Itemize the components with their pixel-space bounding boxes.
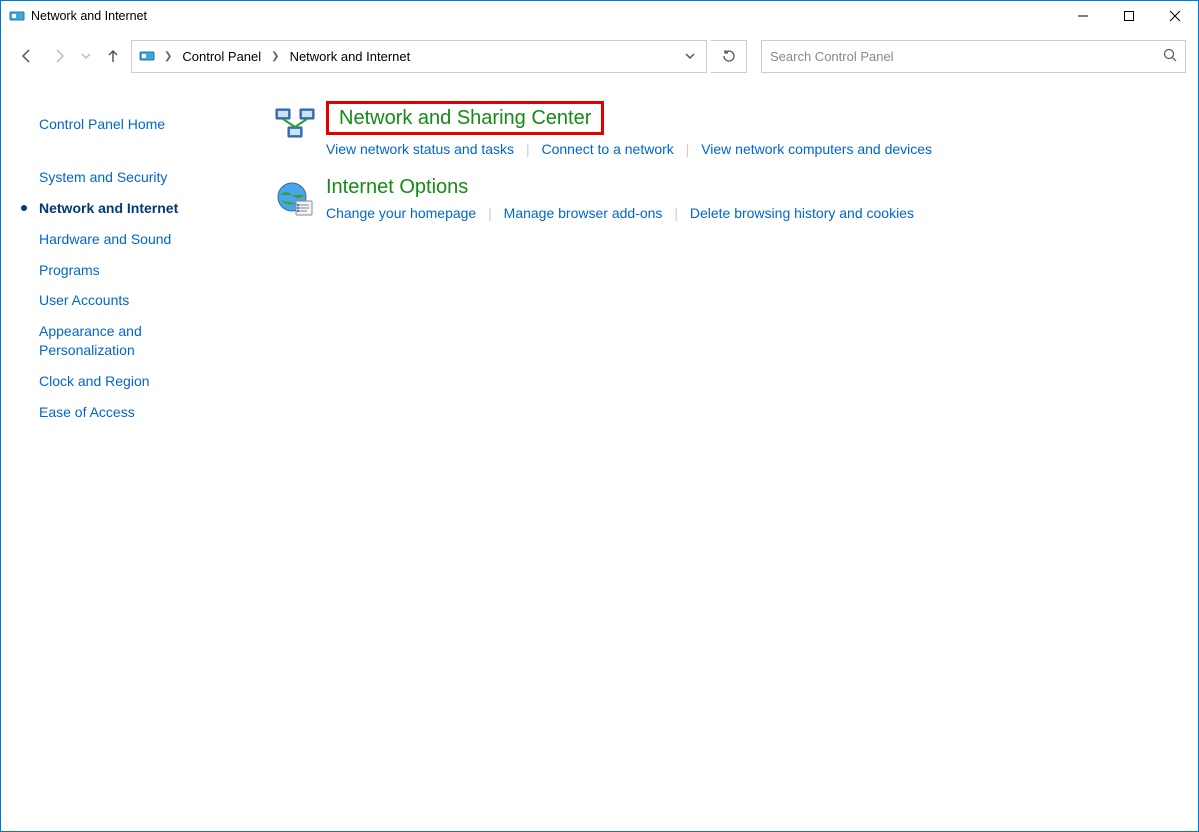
sidebar-item-system-security[interactable]: System and Security xyxy=(21,162,236,193)
content-area: Control Panel Home System and Security N… xyxy=(1,81,1198,831)
sidebar-item-control-panel-home[interactable]: Control Panel Home xyxy=(21,109,236,140)
sidebar: Control Panel Home System and Security N… xyxy=(1,81,246,831)
chevron-right-icon[interactable]: ❯ xyxy=(269,51,281,62)
window-title: Network and Internet xyxy=(31,9,147,23)
change-homepage-link[interactable]: Change your homepage xyxy=(326,205,476,221)
breadcrumb-segment-0[interactable]: Control Panel xyxy=(176,45,267,68)
search-input[interactable] xyxy=(770,49,1157,64)
search-box[interactable] xyxy=(761,40,1186,73)
sidebar-item-appearance[interactable]: Appearance and Personalization xyxy=(21,316,236,366)
delete-history-link[interactable]: Delete browsing history and cookies xyxy=(690,205,914,221)
network-sharing-center-link[interactable]: Network and Sharing Center xyxy=(326,101,604,135)
sidebar-item-hardware-sound[interactable]: Hardware and Sound xyxy=(21,224,236,255)
section-internet-options: Internet Options Change your homepage | … xyxy=(274,175,1174,221)
internet-options-sublinks: Change your homepage | Manage browser ad… xyxy=(326,205,1174,221)
sidebar-item-programs[interactable]: Programs xyxy=(21,255,236,286)
view-network-computers-link[interactable]: View network computers and devices xyxy=(701,141,932,157)
maximize-button[interactable] xyxy=(1106,1,1152,31)
refresh-button[interactable] xyxy=(711,40,747,73)
minimize-button[interactable] xyxy=(1060,1,1106,31)
sidebar-item-clock-region[interactable]: Clock and Region xyxy=(21,366,236,397)
address-bar[interactable]: ❯ Control Panel ❯ Network and Internet xyxy=(131,40,707,73)
internet-options-link[interactable]: Internet Options xyxy=(326,175,468,199)
back-button[interactable] xyxy=(13,42,41,70)
forward-button[interactable] xyxy=(45,42,73,70)
window-titlebar: Network and Internet xyxy=(1,1,1198,31)
main-panel: Network and Sharing Center View network … xyxy=(246,81,1198,831)
view-network-status-link[interactable]: View network status and tasks xyxy=(326,141,514,157)
manage-addons-link[interactable]: Manage browser add-ons xyxy=(504,205,663,221)
connect-to-network-link[interactable]: Connect to a network xyxy=(541,141,673,157)
close-button[interactable] xyxy=(1152,1,1198,31)
network-sharing-icon xyxy=(274,105,316,147)
control-panel-icon xyxy=(9,8,25,24)
chevron-right-icon[interactable]: ❯ xyxy=(162,51,174,62)
navigation-toolbar: ❯ Control Panel ❯ Network and Internet xyxy=(1,31,1198,81)
up-button[interactable] xyxy=(99,42,127,70)
breadcrumb-segment-1[interactable]: Network and Internet xyxy=(284,45,417,68)
sidebar-item-ease-of-access[interactable]: Ease of Access xyxy=(21,397,236,428)
recent-locations-dropdown[interactable] xyxy=(77,42,95,70)
sidebar-item-user-accounts[interactable]: User Accounts xyxy=(21,285,236,316)
search-icon[interactable] xyxy=(1163,48,1177,65)
address-history-dropdown[interactable] xyxy=(678,41,700,72)
network-sharing-sublinks: View network status and tasks | Connect … xyxy=(326,141,1174,157)
section-network-sharing: Network and Sharing Center View network … xyxy=(274,101,1174,157)
internet-options-icon xyxy=(274,179,316,221)
sidebar-item-network-internet[interactable]: Network and Internet xyxy=(21,193,236,224)
location-icon xyxy=(138,47,156,65)
